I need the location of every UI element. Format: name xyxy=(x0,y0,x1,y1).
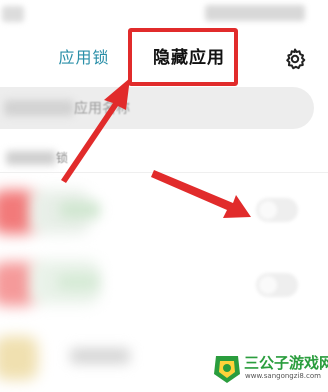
app-name xyxy=(70,348,130,364)
watermark-url: www.sangongzi8.com xyxy=(245,372,321,380)
app-toggle[interactable] xyxy=(256,273,298,297)
app-row-1 xyxy=(0,178,328,248)
search-blur xyxy=(4,100,74,116)
highlight-box xyxy=(128,28,238,86)
app-toggle[interactable] xyxy=(256,198,298,222)
status-bar-left xyxy=(2,6,24,22)
status-bar-right xyxy=(205,5,305,21)
app-name xyxy=(58,274,98,290)
app-icon xyxy=(0,336,38,380)
divider xyxy=(0,172,328,173)
watermark-logo-icon xyxy=(214,356,240,383)
watermark-title: 三公子游戏网 xyxy=(244,354,328,372)
tab-app-lock[interactable]: 应用锁 xyxy=(52,45,116,71)
app-row-2 xyxy=(0,250,328,320)
app-name xyxy=(60,202,100,218)
watermark: 三公子游戏网 www.sangongzi8.com xyxy=(212,350,328,386)
search-placeholder: 应用名称 xyxy=(74,101,130,117)
toggle-knob xyxy=(259,201,277,219)
toggle-knob xyxy=(259,276,277,294)
search-input[interactable]: 应用名称 xyxy=(0,87,314,129)
section-label: 锁 xyxy=(56,151,69,165)
section-label-blur xyxy=(6,151,56,165)
gear-icon[interactable] xyxy=(283,47,307,71)
